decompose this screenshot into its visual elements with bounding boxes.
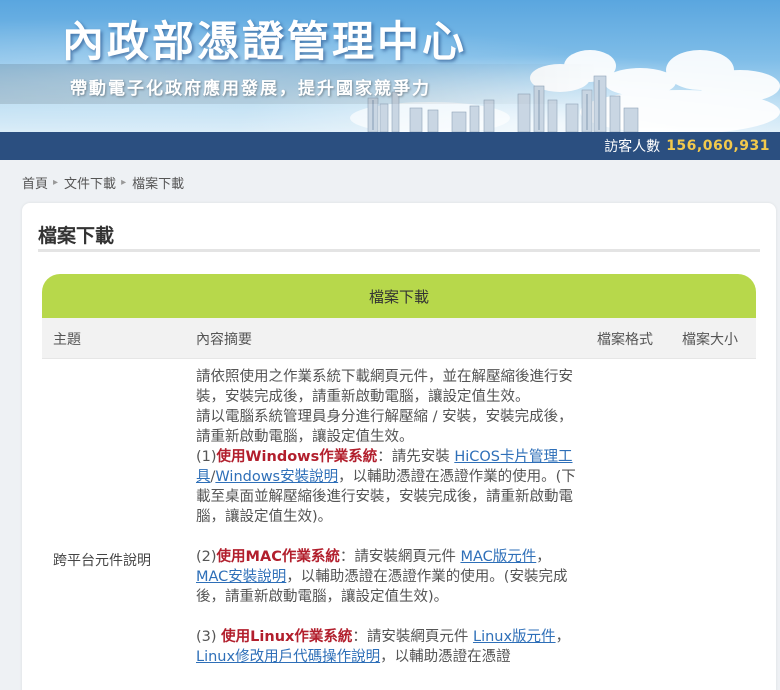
windows-prefix: (1) xyxy=(196,449,217,465)
linux-instructions: (3) 使用Linux作業系統：請安裝網頁元件 Linux版元件， Linux修改… xyxy=(196,627,576,667)
breadcrumb-documents-link[interactable]: 文件下載 xyxy=(64,173,116,192)
column-summary: 內容摘要 xyxy=(196,332,252,348)
row-summary: 請依照使用之作業系統下載網頁元件，並在解壓縮後進行安裝，安裝完成後，請重新啟動電… xyxy=(196,367,576,667)
row-topic: 跨平台元件說明 xyxy=(53,553,151,569)
breadcrumb-home-link[interactable]: 首頁 xyxy=(22,173,48,192)
column-topic: 主題 xyxy=(53,332,81,348)
visitor-count-label: 訪客人數 xyxy=(604,139,661,155)
windows-text: ：請先安裝 xyxy=(377,449,455,465)
mac-install-guide-link[interactable]: MAC安裝說明 xyxy=(196,569,286,585)
linux-text: ，以輔助憑證在憑證 xyxy=(380,649,511,665)
breadcrumb-current-page[interactable]: 檔案下載 xyxy=(132,173,184,192)
mac-prefix: (2) xyxy=(196,549,217,565)
mac-text: ：請安裝網頁元件 xyxy=(339,549,461,565)
visitor-count-value: 156,060,931 xyxy=(666,138,770,154)
site-title[interactable]: 內政部憑證管理中心 xyxy=(62,8,467,69)
site-slogan: 帶動電子化政府應用發展，提升國家競爭力 xyxy=(70,79,431,99)
windows-heading: 使用Windows作業系統 xyxy=(216,449,378,465)
linux-text: ：請安裝網頁元件 xyxy=(352,629,473,645)
title-divider xyxy=(38,249,760,252)
intro-paragraph: 請依照使用之作業系統下載網頁元件，並在解壓縮後進行安裝，安裝完成後，請重新啟動電… xyxy=(196,369,573,405)
windows-install-guide-link[interactable]: Windows安裝說明 xyxy=(215,469,338,485)
table-column-header: 主題 內容摘要 檔案格式 檔案大小 xyxy=(42,318,756,358)
table-caption-text: 檔案下載 xyxy=(368,287,429,306)
breadcrumb: 首頁 ▸ 文件下載 ▸ 檔案下載 xyxy=(22,173,184,192)
content-panel: 檔案下載 檔案下載 主題 內容摘要 檔案格式 檔案大小 跨平台元件說明 請依照使… xyxy=(22,203,776,690)
mac-heading: 使用MAC作業系統 xyxy=(216,549,340,565)
linux-user-code-guide-link[interactable]: Linux修改用戶代碼操作說明 xyxy=(196,649,380,665)
page-title: 檔案下載 xyxy=(38,225,115,247)
linux-prefix: (3) xyxy=(196,629,222,645)
windows-instructions: (1)使用Windows作業系統：請先安裝 HiCOS卡片管理工具/Window… xyxy=(196,447,576,527)
column-format: 檔案格式 xyxy=(597,332,653,348)
visitor-bar: 訪客人數 156,060,931 xyxy=(0,132,780,160)
mac-component-link[interactable]: MAC版元件 xyxy=(460,549,536,565)
linux-text: ， xyxy=(555,629,571,645)
mac-text: ， xyxy=(536,549,551,565)
linux-heading: 使用Linux作業系統 xyxy=(221,629,353,645)
breadcrumb-separator-icon: ▸ xyxy=(53,177,59,188)
column-size: 檔案大小 xyxy=(682,332,738,348)
intro-paragraph: 請以電腦系統管理員身分進行解壓縮 / 安裝，安裝完成後，請重新啟動電腦，讓設定值… xyxy=(196,409,573,445)
mac-instructions: (2)使用MAC作業系統：請安裝網頁元件 MAC版元件，MAC安裝說明，以輔助憑… xyxy=(196,547,576,607)
row-divider xyxy=(42,358,756,359)
table-caption: 檔案下載 xyxy=(42,274,756,318)
site-banner: 內政部憑證管理中心 帶動電子化政府應用發展，提升國家競爭力 xyxy=(0,0,780,132)
breadcrumb-separator-icon: ▸ xyxy=(121,177,127,188)
linux-component-link[interactable]: Linux版元件 xyxy=(473,629,556,645)
